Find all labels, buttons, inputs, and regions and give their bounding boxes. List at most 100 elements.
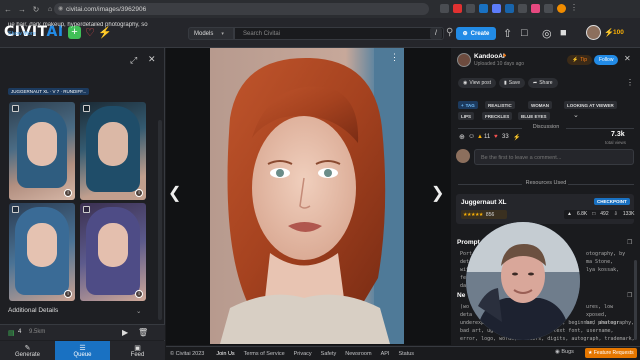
nav-queue[interactable]: ☰ Queue xyxy=(55,341,110,360)
resource-stats: ▲ 6.8K □ 492 ⇩ 133K xyxy=(564,210,638,219)
search-input[interactable]: Search Civitai xyxy=(234,27,444,40)
bugs-link[interactable]: ◉ Bugs xyxy=(555,349,574,355)
comment-input[interactable]: Be the first to leave a comment... xyxy=(474,149,634,165)
heart-icon[interactable]: ♥ xyxy=(494,134,498,140)
tag-chip[interactable]: REALISTIC xyxy=(485,101,515,109)
more-options-icon[interactable]: ⋮ xyxy=(626,78,634,87)
copy-icon[interactable]: ❐ xyxy=(627,239,632,246)
additional-details-label: Additional Details xyxy=(8,307,59,314)
follow-button[interactable]: Follow xyxy=(594,55,619,65)
upload-icon[interactable]: ⇧ xyxy=(503,27,512,40)
back-arrow-icon[interactable]: ← xyxy=(2,3,14,15)
chevron-down-icon[interactable]: ⌄ xyxy=(573,111,579,119)
select-checkbox[interactable] xyxy=(12,105,19,112)
tag-chip[interactable]: LOOKING AT VIEWER xyxy=(564,101,617,109)
menu-kebab-icon[interactable]: ⋮ xyxy=(570,4,579,13)
tag-chip[interactable]: BLUE EYES xyxy=(518,112,550,120)
bell-icon[interactable]: ■ xyxy=(560,27,567,39)
profile-avatar-icon[interactable] xyxy=(557,4,566,13)
expand-icon[interactable]: ⤢ xyxy=(130,55,137,66)
nav-feed[interactable]: ▣ Feed xyxy=(110,341,165,360)
main-image[interactable]: ⋮ xyxy=(210,48,404,344)
plus-icon: + xyxy=(461,102,464,108)
select-checkbox[interactable] xyxy=(83,105,90,112)
reload-icon[interactable]: ↻ xyxy=(30,3,42,15)
footer-link-terms[interactable]: Terms of Service xyxy=(244,351,285,357)
feature-requests-label: Feature Requests xyxy=(593,350,634,356)
search-icon[interactable]: ⚲ xyxy=(446,27,453,38)
additional-details-toggle[interactable]: Additional Details ⌄ xyxy=(8,307,141,315)
share-button[interactable]: ➦ Share xyxy=(528,78,558,88)
feature-requests-button[interactable]: ★ Feature Requests xyxy=(585,348,637,358)
extension-icon[interactable] xyxy=(479,4,488,13)
tag-chip[interactable]: LIPS xyxy=(458,112,475,120)
resource-name: Juggernaut XL xyxy=(461,199,507,206)
extension-icon[interactable] xyxy=(518,4,527,13)
footer-link-api[interactable]: API xyxy=(381,351,390,357)
chevron-left-icon[interactable]: ❮ xyxy=(168,183,181,203)
tip-button[interactable]: ⚡ Tip xyxy=(567,55,592,65)
footer-link-safety[interactable]: Safety xyxy=(321,351,337,357)
forward-arrow-icon[interactable]: → xyxy=(16,3,28,15)
info-icon[interactable]: i xyxy=(135,290,143,298)
trash-icon[interactable]: 🗑 xyxy=(138,328,148,337)
scrollbar[interactable] xyxy=(158,120,162,320)
webcam-person-image xyxy=(466,222,580,340)
resource-card[interactable]: Juggernaut XL CHECKPOINT ★★★★★ 856 ▲ 6.8K… xyxy=(456,194,638,224)
extension-icon[interactable] xyxy=(544,4,553,13)
more-options-icon[interactable]: ⋮ xyxy=(390,52,399,63)
chat-icon[interactable]: □ xyxy=(521,27,528,39)
chevron-right-icon[interactable]: ❯ xyxy=(431,183,444,203)
info-icon[interactable]: i xyxy=(135,189,143,197)
generated-image-2[interactable]: i xyxy=(80,102,146,200)
close-icon[interactable]: ✕ xyxy=(624,54,631,63)
avatar[interactable] xyxy=(586,25,601,40)
copy-icon[interactable]: ❐ xyxy=(627,292,632,299)
bugs-label: Bugs xyxy=(561,349,574,355)
address-bar[interactable]: ◉ civitai.com/images/3962906 xyxy=(54,3,429,15)
info-icon[interactable]: i xyxy=(64,189,72,197)
add-reaction-icon[interactable]: ⊕ xyxy=(459,133,465,141)
creator-avatar[interactable] xyxy=(457,53,471,67)
info-icon[interactable]: i xyxy=(64,290,72,298)
close-icon[interactable]: ✕ xyxy=(148,54,156,65)
view-post-button[interactable]: ◉ View post xyxy=(458,78,496,88)
generated-image-3[interactable]: i xyxy=(9,203,75,301)
footer-link-privacy[interactable]: Privacy xyxy=(294,351,312,357)
rating-badge: ★★★★★ 856 xyxy=(461,210,507,219)
extension-icon[interactable] xyxy=(492,4,501,13)
tag-chip[interactable]: FRECKLES xyxy=(482,112,513,120)
creator-name[interactable]: KandooAI xyxy=(474,53,505,60)
models-select[interactable]: Models ▾ xyxy=(188,27,234,40)
footer-link-status[interactable]: Status xyxy=(398,351,414,357)
extension-icon[interactable] xyxy=(505,4,514,13)
extensions-bar: ⋮ xyxy=(436,4,579,13)
queue-count: 4 xyxy=(18,329,22,335)
eye-off-icon[interactable]: ◎ xyxy=(542,27,552,40)
select-checkbox[interactable] xyxy=(12,206,19,213)
footer-link-join[interactable]: Join Us xyxy=(216,351,234,357)
extension-icon[interactable] xyxy=(531,4,540,13)
tag-chip[interactable]: + TAG xyxy=(458,101,478,109)
resource-type-badge: CHECKPOINT xyxy=(594,198,630,205)
show-more-link[interactable]: Show More xyxy=(8,31,36,37)
slash-shortcut-icon: / xyxy=(430,28,442,39)
nav-generate[interactable]: ✎ Generate xyxy=(0,341,55,360)
tag-chip[interactable]: WOMAN xyxy=(528,101,552,109)
extension-icon[interactable] xyxy=(453,4,462,13)
smile-icon[interactable]: ☺ xyxy=(468,133,475,140)
generated-image-4[interactable]: i xyxy=(80,203,146,301)
bolt-icon[interactable]: ⚡ xyxy=(513,134,520,141)
footer-link-newsroom[interactable]: Newsroom xyxy=(345,351,371,357)
thumbs-up-icon[interactable]: ▲ xyxy=(477,134,483,140)
reaction-count: 11 xyxy=(484,134,491,140)
extension-icon[interactable] xyxy=(440,4,449,13)
create-button[interactable]: ⊕ Create xyxy=(456,27,496,40)
generate-bottom-nav: ✎ Generate ☰ Queue ▣ Feed xyxy=(0,341,165,360)
save-button[interactable]: ▮ Save xyxy=(499,78,526,88)
extension-icon[interactable] xyxy=(466,4,475,13)
generated-image-1[interactable]: i xyxy=(9,102,75,200)
scrollbar[interactable] xyxy=(634,260,637,340)
select-checkbox[interactable] xyxy=(83,206,90,213)
play-icon[interactable]: ▶ xyxy=(122,328,128,337)
